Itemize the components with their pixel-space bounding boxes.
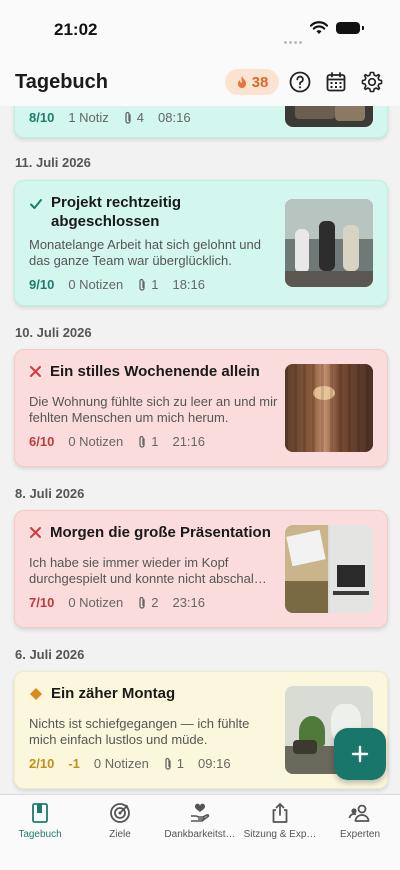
target-icon bbox=[110, 803, 130, 823]
streak-count: 38 bbox=[251, 73, 269, 91]
add-entry-button[interactable] bbox=[334, 728, 386, 780]
entry-title: Ein stilles Wochenende allein bbox=[50, 363, 260, 380]
signal-icon bbox=[284, 31, 304, 44]
date-header: 6. Juli 2026 bbox=[15, 647, 85, 662]
entry-meta: 8/10 1 Notiz 4 08:16 bbox=[29, 110, 191, 125]
paperclip-icon bbox=[139, 435, 145, 448]
entry-score: 7/10 bbox=[29, 595, 55, 610]
cross-icon bbox=[30, 366, 41, 377]
tab-label: Experten bbox=[339, 829, 381, 840]
entry-attachments: 4 bbox=[123, 110, 144, 125]
entry-time: 23:16 bbox=[172, 595, 206, 610]
entry-score: 8/10 bbox=[29, 110, 55, 125]
entry-header: Ein stilles Wochenende allein bbox=[29, 362, 279, 381]
paperclip-icon bbox=[165, 757, 171, 770]
entry-photo[interactable] bbox=[285, 199, 373, 287]
gear-icon[interactable] bbox=[360, 70, 384, 94]
entry-attachments: 1 bbox=[163, 756, 184, 771]
entry-title: Projekt rechtzeitig abgeschlossen bbox=[51, 194, 182, 230]
tab-tagebuch[interactable]: Tagebuch bbox=[0, 801, 80, 840]
tab-label: Dankbarkeitst… bbox=[164, 829, 236, 840]
tab-label: Tagebuch bbox=[18, 829, 62, 840]
entry-header: Projekt rechtzeitig abgeschlossen bbox=[29, 193, 279, 231]
entry-header: Ein zäher Montag bbox=[29, 684, 279, 703]
entry-notes: 0 Notizen bbox=[68, 277, 124, 292]
streak-badge[interactable]: 38 bbox=[225, 69, 279, 95]
tab-label: Sitzung & Exp… bbox=[243, 829, 317, 840]
entry-attachments: 1 bbox=[137, 277, 158, 292]
tab-dankbarkeit[interactable]: Dankbarkeitst… bbox=[160, 801, 240, 840]
page-title: Tagebuch bbox=[15, 71, 108, 93]
entry-notes: 0 Notizen bbox=[68, 595, 124, 610]
entry-photo[interactable] bbox=[285, 364, 373, 452]
entry-description: Monatelange Arbeit hat sich gelohnt und … bbox=[29, 237, 262, 268]
entry-notes: 0 Notizen bbox=[93, 756, 149, 771]
entry-attachments: 1 bbox=[137, 434, 158, 449]
entry-score: 9/10 bbox=[29, 277, 55, 292]
paperclip-icon bbox=[139, 278, 145, 291]
entry-time: 21:16 bbox=[172, 434, 206, 449]
journal-entry-card[interactable]: 8/10 1 Notiz 4 08:16 bbox=[14, 106, 388, 138]
journal-entry-card[interactable]: Ein stilles Wochenende allein Die Wohnun… bbox=[14, 349, 388, 467]
entry-title: Morgen die große Präsentation bbox=[50, 524, 271, 541]
entry-time: 08:16 bbox=[158, 110, 191, 125]
entry-meta: 7/10 0 Notizen 2 23:16 bbox=[29, 595, 205, 610]
journal-list[interactable]: 8/10 1 Notiz 4 08:16 11. Juli 2026 Proje… bbox=[0, 106, 400, 796]
diamond-icon bbox=[30, 688, 42, 700]
journal-icon bbox=[32, 803, 48, 823]
entry-title: Ein zäher Montag bbox=[51, 685, 176, 702]
entry-description: Ich habe sie immer wieder im Kopf durchg… bbox=[29, 555, 267, 586]
entry-description: Nichts ist schiefgegangen — ich fühlte m… bbox=[29, 716, 250, 747]
entry-description: Die Wohnung fühlte sich zu leer an und m… bbox=[29, 394, 278, 425]
paperclip-icon bbox=[139, 596, 145, 609]
entry-header: Morgen die große Präsentation bbox=[29, 523, 279, 542]
entry-attachments: 2 bbox=[137, 595, 158, 610]
flame-icon bbox=[237, 76, 246, 88]
entry-time: 09:16 bbox=[198, 756, 231, 771]
date-header: 11. Juli 2026 bbox=[15, 155, 91, 170]
entry-score: 6/10 bbox=[29, 434, 55, 449]
entry-notes: 0 Notizen bbox=[68, 434, 124, 449]
cross-icon bbox=[30, 527, 41, 538]
experts-people-icon bbox=[348, 804, 370, 822]
calendar-icon[interactable] bbox=[324, 70, 348, 94]
entry-meta: 9/10 0 Notizen 1 18:16 bbox=[29, 277, 205, 292]
journal-entry-card[interactable]: Ein zäher Montag Nichts ist schiefgegang… bbox=[14, 671, 388, 789]
tab-sitzung-export[interactable]: Sitzung & Exp… bbox=[240, 801, 320, 840]
paperclip-icon bbox=[125, 111, 131, 124]
entry-score: 2/10 bbox=[29, 756, 55, 771]
battery-icon bbox=[336, 22, 364, 34]
checkmark-icon bbox=[30, 199, 42, 209]
entry-meta: 6/10 0 Notizen 1 21:16 bbox=[29, 434, 205, 449]
app-header: Tagebuch 38 bbox=[0, 58, 400, 106]
gratitude-hand-heart-icon bbox=[191, 803, 210, 822]
entry-notes: 1 Notiz bbox=[68, 110, 109, 125]
date-header: 8. Juli 2026 bbox=[15, 486, 85, 501]
wifi-icon bbox=[310, 21, 328, 34]
help-icon[interactable] bbox=[288, 70, 312, 94]
tab-ziele[interactable]: Ziele bbox=[80, 801, 160, 840]
share-export-icon bbox=[272, 803, 288, 823]
entry-meta: 2/10 -1 0 Notizen 1 09:16 bbox=[29, 756, 231, 771]
entry-photo[interactable] bbox=[285, 525, 373, 613]
plus-icon bbox=[351, 745, 369, 763]
tab-bar: Tagebuch Ziele Dankbarkeitst… Sitzung & … bbox=[0, 794, 400, 870]
status-bar: 21:02 bbox=[0, 0, 400, 58]
date-header: 10. Juli 2026 bbox=[15, 325, 92, 340]
tab-experten[interactable]: Experten bbox=[320, 801, 400, 840]
journal-entry-card[interactable]: Morgen die große Präsentation Ich habe s… bbox=[14, 510, 388, 628]
status-time: 21:02 bbox=[54, 20, 98, 39]
tab-label: Ziele bbox=[109, 829, 131, 840]
entry-time: 18:16 bbox=[172, 277, 206, 292]
entry-photo[interactable] bbox=[285, 106, 373, 127]
entry-score-delta: -1 bbox=[68, 756, 80, 771]
journal-entry-card[interactable]: Projekt rechtzeitig abgeschlossen Monate… bbox=[14, 180, 388, 306]
